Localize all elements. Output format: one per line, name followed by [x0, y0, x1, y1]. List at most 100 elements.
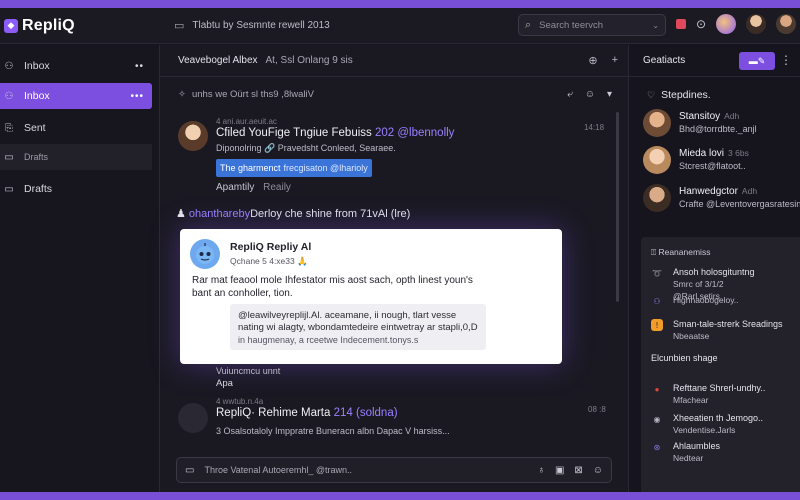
section-title: ♡ Stepdines.: [647, 89, 711, 101]
more-icon[interactable]: ••: [135, 61, 144, 72]
panel-title: ⍐ Reananemiss: [651, 247, 710, 258]
compose-button[interactable]: ▬✎: [739, 52, 775, 70]
kebab-menu-icon[interactable]: ⋮: [780, 53, 792, 67]
message-title-mention[interactable]: 214 (soldna): [334, 407, 398, 419]
contact-time: Adh: [724, 111, 740, 121]
ai-quote-text: @leawilveyreplijl.Al. aceamane, ii nough…: [238, 310, 478, 333]
avatar: [643, 146, 671, 174]
sidebar-item-drafts[interactable]: ▭ Drafts: [0, 144, 152, 170]
message-line: 3 Osalsotaloly Imppratre Buneracn albn D…: [216, 426, 450, 436]
message-title-text: RepliQ· Rehime Marta: [216, 407, 331, 419]
contact-name-text: Mieda lovi: [679, 148, 725, 159]
attach-icon[interactable]: ⊠: [574, 465, 582, 476]
conversation-header: Veavebogel Albex At, Ssl Onlang 9 sis ⊕ …: [160, 45, 628, 77]
chevron-down-icon[interactable]: ▾: [607, 89, 612, 100]
header-title: ▭ Tlabtu by Sesmnte rewell 2013: [160, 19, 510, 32]
sidebar-item-inbox[interactable]: ⚇ Inbox ••: [0, 53, 152, 79]
chat-icon: ▭: [174, 20, 185, 32]
right-panel-title: Geatiacts: [643, 55, 686, 66]
add-icon[interactable]: +: [612, 54, 618, 67]
avatar[interactable]: [178, 403, 208, 433]
chevron-down-icon[interactable]: ⌄: [652, 21, 659, 30]
header-actions: ⊙: [675, 14, 796, 34]
people-icon: ⚇: [4, 60, 14, 72]
avatar[interactable]: [178, 121, 208, 151]
sent-icon: ⎘: [5, 122, 13, 134]
panel-item-title: Sman-tale-strerk Sreadings: [673, 319, 783, 329]
conversation-subheader: ✧ unhs we Oürt sl ths9 ,8lwaliV ⤶ ☺ ▾: [160, 77, 628, 111]
zoom-icon[interactable]: ⊕: [588, 54, 597, 67]
contact-item[interactable]: Stansitoy Adh Bhd@torrdbte._anjl: [643, 109, 793, 141]
bottom-accent-bar: [0, 492, 800, 500]
image-icon[interactable]: ▣: [555, 465, 564, 476]
ai-reply-sub: Qchane 5 4:xe33 🙏: [230, 256, 308, 266]
drafts-icon: ▭: [4, 183, 14, 195]
ai-reply-name: RepliQ Repliy Al: [230, 241, 312, 253]
app-name: RepliQ: [22, 16, 75, 34]
sidebar-item-label: Inbox: [24, 60, 50, 72]
notification-badge[interactable]: [675, 19, 686, 29]
scrollbar[interactable]: [616, 112, 619, 302]
ai-quote-cite: in haugmenay, a rceetwe Indecement.tonys…: [238, 335, 419, 345]
sidebar-item-sent[interactable]: ⎘ Sent: [0, 115, 152, 141]
settings-icon[interactable]: ⊙: [696, 17, 706, 31]
panel-item-sub: Vendentise.Jarls: [673, 425, 736, 435]
message-text: Apa: [216, 378, 233, 389]
panel-title-text: Reananemiss: [658, 247, 711, 257]
top-header: ◆ RepliQ ▭ Tlabtu by Sesmnte rewell 2013…: [0, 8, 800, 44]
ai-prompt-prefix: ♟: [176, 208, 189, 220]
contact-time: Adh: [741, 186, 758, 196]
logo-icon: ◆: [4, 18, 18, 33]
panel-item-title: Refttane Shrerl-undhy..: [673, 383, 766, 393]
brand[interactable]: ◆ RepliQ: [0, 17, 160, 35]
compose-icon: ▭: [185, 464, 195, 476]
search-input[interactable]: ⌕ Search teervch ⌄: [518, 14, 666, 36]
panel-item-title: Xheeatien th Jemogo..: [673, 413, 764, 423]
avatar[interactable]: [716, 14, 736, 34]
avatar[interactable]: [776, 14, 796, 34]
more-icon[interactable]: •••: [130, 91, 144, 102]
bot-avatar-icon: [190, 239, 220, 269]
reply-text: Apamtily: [216, 182, 255, 193]
ai-reply-quote: @leawilveyreplijl.Al. aceamane, ii nough…: [230, 304, 486, 350]
heart-icon: ♡: [647, 90, 656, 100]
sidebar: ⚇ Inbox •• ⚇ Inbox ••• ⎘ Sent ▭ Drafts ▭…: [0, 45, 160, 492]
conversation-pane: Veavebogel Albex At, Ssl Onlang 9 sis ⊕ …: [160, 45, 628, 492]
message-title: Cfiled YouFige Tngiue Febuiss 202 @lbenn…: [216, 127, 454, 139]
avatar: [643, 109, 671, 137]
sidebar-item-drafts-2[interactable]: ▭ Drafts: [0, 176, 152, 202]
message-meta: 4 ani.aur.aeuit.ac: [216, 117, 277, 126]
ai-prompt-mention[interactable]: ohanthareby: [189, 208, 250, 220]
message-line: Diponolring 🔗 Pravedsht Conleed, Searaee…: [216, 143, 396, 153]
avatar[interactable]: [746, 14, 766, 34]
contact-item[interactable]: Mieda lovi 3 6bs Stcrest@flatoot..: [643, 146, 793, 178]
tag-chip[interactable]: The gharmenct frecgisaton @lharioly: [216, 159, 372, 177]
contact-name: Hanwedgctor Adh: [679, 186, 757, 197]
sidebar-item-label: Inbox: [24, 90, 50, 102]
contact-name-text: Hanwedgctor: [679, 186, 738, 197]
ai-reply-body: Rar mat feaool mole Ihfestator mis aost …: [192, 275, 473, 299]
sidebar-item-inbox-active[interactable]: ⚇ Inbox •••: [0, 83, 152, 109]
message-title-mention[interactable]: 202 @lbennolly: [375, 127, 454, 139]
compose-icon: ▬✎: [748, 55, 766, 66]
ai-reply-card[interactable]: RepliQ Repliy Al Qchane 5 4:xe33 🙏 Rar m…: [180, 229, 562, 364]
reply-icon[interactable]: ⤶: [567, 89, 573, 100]
conversation-subtitle: At, Ssl Onlang 9 sis: [265, 55, 353, 66]
contact-time: 3 6bs: [728, 148, 749, 158]
panel-item-sub: Smrc of 3/1/2: [673, 279, 724, 289]
panel-item-title: Elcunbien shage: [651, 353, 718, 363]
message-meta: 4 wwtub.n.4a: [216, 397, 264, 406]
ai-prompt-line: ♟ ohantharebyDerloy che shine from 71vAl…: [176, 207, 410, 220]
panel-item-sub: Highnaobogeloy..: [673, 295, 739, 305]
link-icon: ➰: [652, 268, 662, 278]
panel-item-title: Ahlaumbles: [673, 441, 721, 451]
contact-item[interactable]: Hanwedgctor Adh Crafte @Leventovergasrate…: [643, 184, 800, 216]
conversation-title: Veavebogel Albex: [178, 55, 258, 66]
mic-icon[interactable]: ♁: [537, 465, 545, 476]
emoji-icon[interactable]: ☺: [593, 465, 603, 476]
message-composer[interactable]: ▭ Throe Vatenal Autoeremhl_ @trawn.. ♁ ▣…: [176, 457, 612, 483]
search-icon: ⌕: [525, 18, 532, 31]
sidebar-item-label: Sent: [24, 122, 46, 134]
emoji-icon[interactable]: ☺: [585, 89, 595, 100]
panel-item-sub: Nbeaatse: [673, 331, 710, 341]
